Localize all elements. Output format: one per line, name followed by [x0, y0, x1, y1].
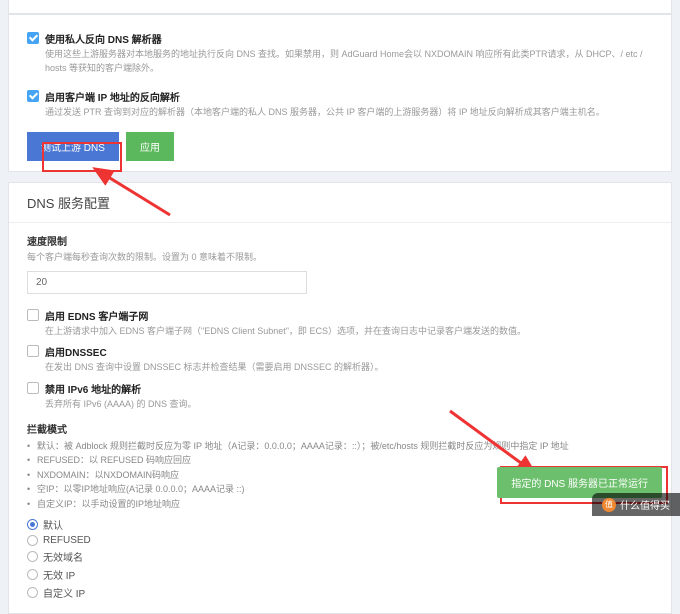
radio-nullip[interactable]	[27, 569, 38, 580]
bullet: 默认：被 Adblock 规则拦截时反应为零 IP 地址（A记录：0.0.0.0…	[27, 439, 653, 453]
dnssec-label: 启用DNSSEC	[45, 344, 384, 359]
dnssec-desc: 在发出 DNS 查询中设置 DNSSEC 标志并检查结果（需要启用 DNSSEC…	[45, 361, 384, 375]
watermark-text: 什么值得买	[620, 497, 670, 512]
reverse-dns-checkbox[interactable]	[27, 32, 39, 44]
radio-default[interactable]	[27, 519, 38, 530]
ipv6-label: 禁用 IPv6 地址的解析	[45, 381, 197, 396]
client-ip-label: 启用客户端 IP 地址的反向解析	[45, 89, 605, 104]
radio-nxdomain-label: 无效域名	[43, 549, 83, 564]
edns-checkbox[interactable]	[27, 309, 39, 321]
dns-config-card: DNS 服务配置 速度限制 每个客户端每秒查询次数的限制。设置为 0 意味着不限…	[8, 182, 672, 614]
upstream-textarea-edge[interactable]	[8, 0, 672, 14]
rate-limit-title: 速度限制	[27, 233, 653, 248]
reverse-dns-desc: 使用这些上游服务器对本地服务的地址执行反向 DNS 查找。如果禁用，则 AdGu…	[45, 48, 653, 75]
ipv6-checkbox[interactable]	[27, 382, 39, 394]
block-mode-title: 拦截模式	[27, 421, 653, 436]
radio-refused-label: REFUSED	[43, 535, 91, 546]
watermark: 值 什么值得买	[592, 493, 680, 516]
apply-button[interactable]: 应用	[126, 132, 174, 161]
rate-limit-input[interactable]	[27, 271, 307, 294]
radio-refused[interactable]	[27, 535, 38, 546]
highlight-test-button	[42, 142, 122, 172]
radio-default-label: 默认	[43, 517, 63, 532]
radio-nxdomain[interactable]	[27, 551, 38, 562]
rate-limit-desc: 每个客户端每秒查询次数的限制。设置为 0 意味着不限制。	[27, 250, 653, 263]
section-title: DNS 服务配置	[9, 183, 671, 223]
radio-nullip-label: 无效 IP	[43, 567, 75, 582]
dnssec-checkbox[interactable]	[27, 345, 39, 357]
radio-custom-label: 自定义 IP	[43, 585, 85, 600]
radio-custom[interactable]	[27, 587, 38, 598]
edns-desc: 在上游请求中加入 EDNS 客户端子网（"EDNS Client Subnet"…	[45, 325, 526, 339]
watermark-badge-icon: 值	[602, 498, 616, 512]
client-ip-desc: 通过发送 PTR 查询到对应的解析器（本地客户端的私人 DNS 服务器，公共 I…	[45, 106, 605, 120]
ipv6-desc: 丢弃所有 IPv6 (AAAA) 的 DNS 查询。	[45, 398, 197, 412]
reverse-dns-label: 使用私人反向 DNS 解析器	[45, 31, 653, 46]
edns-label: 启用 EDNS 客户端子网	[45, 308, 526, 323]
client-ip-checkbox[interactable]	[27, 90, 39, 102]
